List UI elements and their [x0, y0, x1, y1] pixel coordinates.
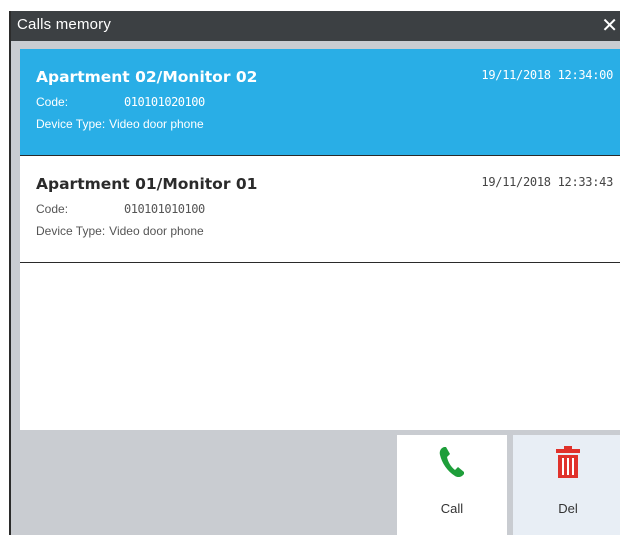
delete-button[interactable]: Del	[513, 435, 620, 535]
call-datetime: 19/11/2018 12:34:00	[481, 68, 613, 82]
device-type-row: Device Type: Video door phone	[36, 224, 204, 238]
call-list-item[interactable]: Apartment 02/Monitor 02 19/11/2018 12:34…	[20, 49, 620, 156]
code-value: 010101020100	[124, 95, 205, 109]
device-type-row: Device Type: Video door phone	[36, 117, 204, 131]
call-button[interactable]: Call	[397, 435, 507, 535]
window-title: Calls memory	[17, 16, 112, 33]
title-bar: Calls memory ✕	[11, 11, 620, 41]
device-type-value: Video door phone	[109, 117, 204, 131]
delete-button-label: Del	[558, 501, 578, 516]
code-label: Code:	[36, 95, 69, 109]
call-datetime: 19/11/2018 12:33:43	[481, 175, 613, 189]
code-label: Code:	[36, 202, 69, 216]
code-value: 010101010100	[124, 202, 205, 216]
trash-icon	[555, 445, 581, 483]
code-row: Code: 010101020100	[36, 95, 205, 109]
device-type-value: Video door phone	[109, 224, 204, 238]
call-name: Apartment 02/Monitor 02	[36, 68, 258, 86]
call-name: Apartment 01/Monitor 01	[36, 175, 258, 193]
call-button-label: Call	[440, 501, 464, 516]
calls-list: Apartment 02/Monitor 02 19/11/2018 12:34…	[20, 49, 620, 430]
calls-memory-window: Calls memory ✕ Apartment 02/Monitor 02 1…	[9, 11, 620, 535]
device-type-label: Device Type:	[36, 224, 106, 238]
device-type-label: Device Type:	[36, 117, 106, 131]
call-list-item[interactable]: Apartment 01/Monitor 01 19/11/2018 12:33…	[20, 156, 620, 263]
code-row: Code: 010101010100	[36, 202, 205, 216]
phone-icon	[438, 445, 466, 483]
close-icon[interactable]: ✕	[601, 14, 618, 36]
